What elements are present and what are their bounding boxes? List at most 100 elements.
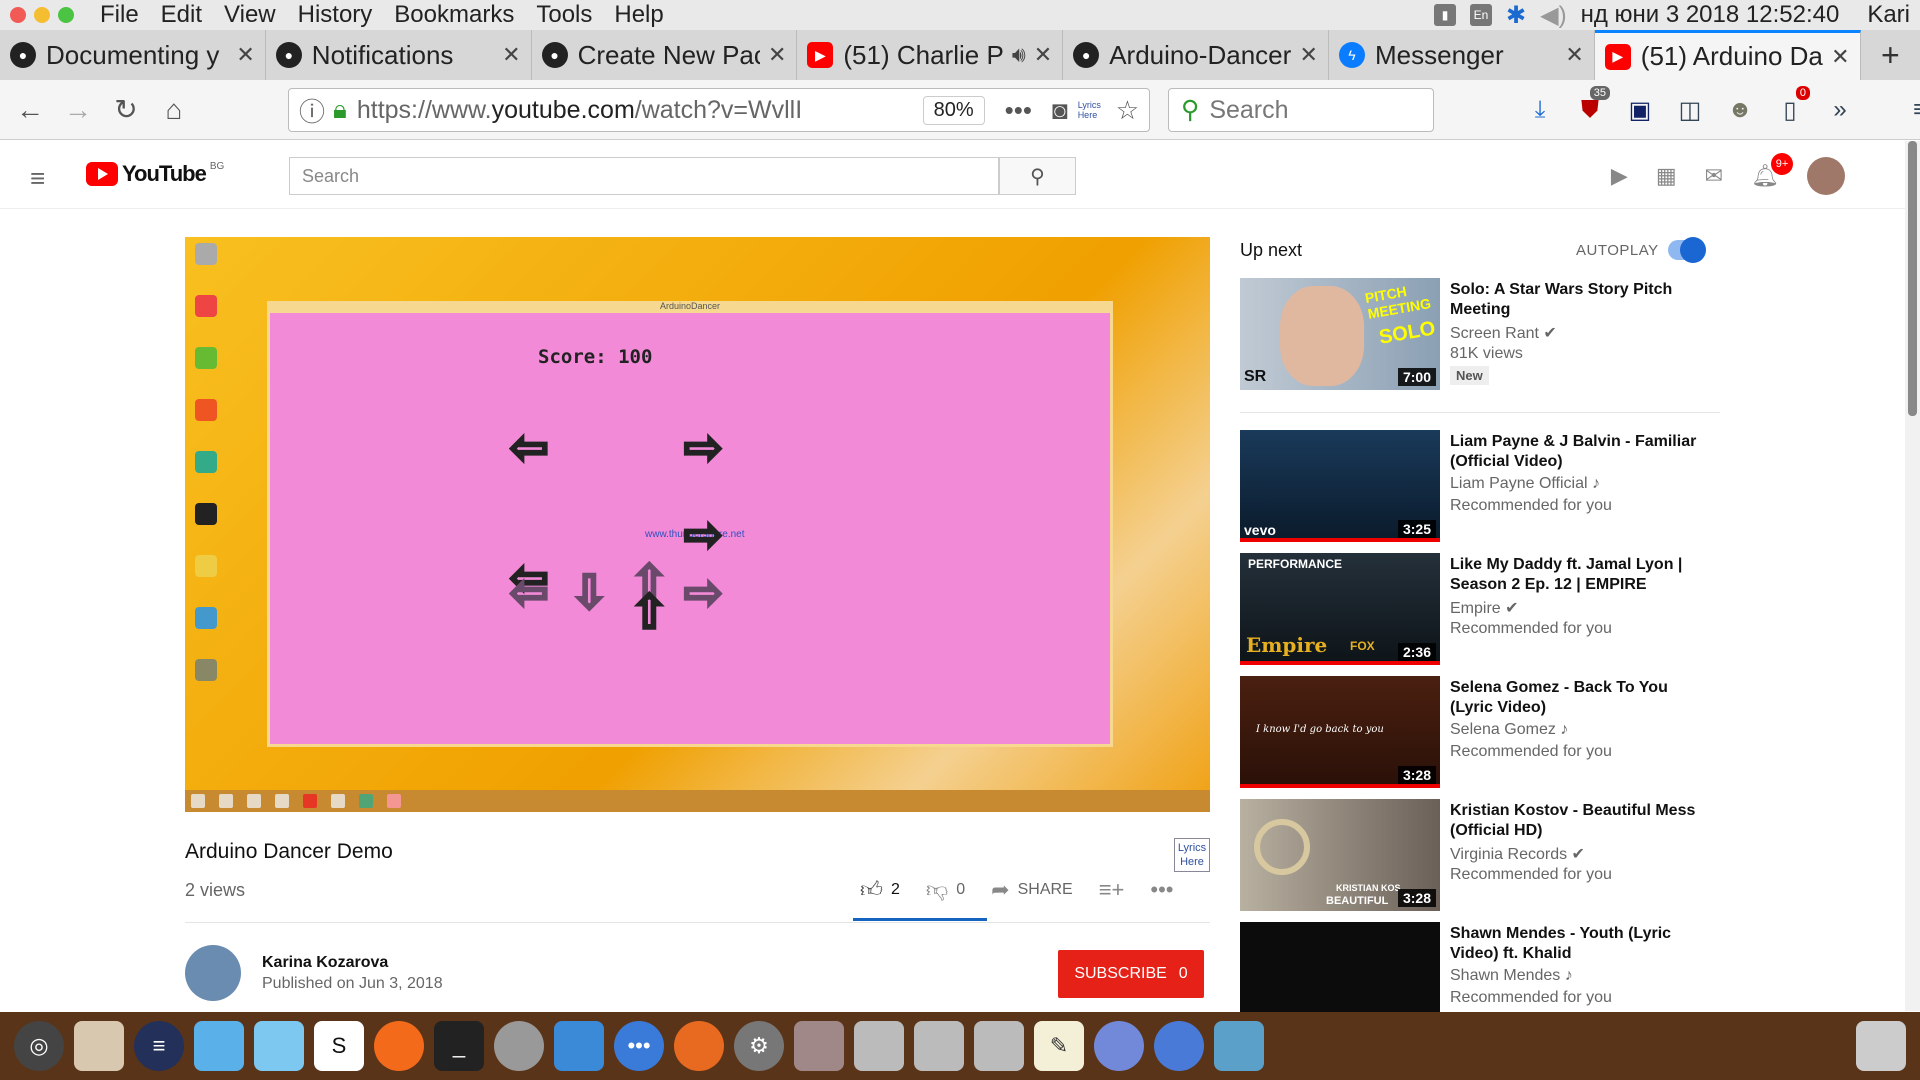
close-icon[interactable]: ✕ (1034, 42, 1052, 68)
video-thumbnail[interactable]: vevo 3:25 (1240, 430, 1440, 542)
spreadsheet-icon[interactable]: S (314, 1021, 364, 1071)
account-avatar[interactable] (1807, 157, 1845, 195)
video-thumbnail[interactable]: I know I'd go back to you 3:28 (1240, 676, 1440, 788)
screenshot-icon[interactable] (794, 1021, 844, 1071)
pocket-icon[interactable]: ◙ (1052, 95, 1068, 126)
page-actions-icon[interactable]: ••• (1005, 95, 1032, 126)
reload-icon[interactable]: ↻ (102, 86, 150, 134)
clock[interactable]: нд юни 3 2018 12:52:40 (1581, 1, 1840, 29)
tab-documenting[interactable]: ● Documenting y ✕ (0, 30, 266, 80)
channel-avatar[interactable] (185, 945, 241, 1001)
lock-icon[interactable]: 🔒︎ (333, 94, 347, 126)
video-title[interactable]: Liam Payne & J Balvin - Familiar (Offici… (1450, 432, 1700, 472)
drive-icon[interactable] (914, 1021, 964, 1071)
clipboard-icon[interactable]: ▯ 0 (1770, 86, 1810, 132)
pen-tool-icon[interactable] (674, 1021, 724, 1071)
tab-arduino-dancer-video[interactable]: ▶ (51) Arduino Da ✕ (1594, 30, 1861, 80)
menu-history[interactable]: History (298, 1, 373, 29)
drive-icon[interactable] (854, 1021, 904, 1071)
eclipse-icon[interactable]: ≡ (134, 1021, 184, 1071)
autoplay-toggle[interactable] (1668, 237, 1706, 263)
video-thumbnail[interactable]: KRISTIAN KOS BEAUTIFUL 3:28 (1240, 799, 1440, 911)
close-icon[interactable]: ✕ (502, 42, 520, 68)
monitor-icon[interactable]: ▮ (1434, 4, 1456, 26)
hamburger-menu-icon[interactable]: ≡ (1900, 88, 1920, 132)
video-title[interactable]: Selena Gomez - Back To You (Lyric Video) (1450, 678, 1700, 718)
dislike-button[interactable]: 👎︎ 0 (926, 876, 965, 903)
maximize-window-button[interactable] (58, 7, 74, 23)
recommended-video[interactable]: Shawn Mendes - Youth (Lyric Video) ft. K… (1240, 922, 1720, 1012)
chromium-icon[interactable] (1154, 1021, 1204, 1071)
mysql-workbench-icon[interactable] (554, 1021, 604, 1071)
xcode-icon[interactable] (1214, 1021, 1264, 1071)
info-icon[interactable]: ⓘ (299, 92, 325, 129)
apps-grid-icon[interactable]: ▦ (1656, 163, 1677, 189)
video-title[interactable]: Shawn Mendes - Youth (Lyric Video) ft. K… (1450, 924, 1700, 964)
menu-file[interactable]: File (100, 1, 139, 29)
minimize-window-button[interactable] (34, 7, 50, 23)
video-thumbnail[interactable] (1240, 922, 1440, 1012)
speaker-icon[interactable]: 🔊︎ (1012, 42, 1026, 68)
youtube-search-input[interactable]: Search (289, 157, 999, 195)
url-bar[interactable]: ⓘ 🔒︎ https://www.youtube.com/watch?v=Wvl… (288, 88, 1150, 132)
bluetooth-icon[interactable]: ✱ (1506, 1, 1526, 30)
video-title[interactable]: Kristian Kostov - Beautiful Mess (Offici… (1450, 801, 1700, 841)
discord-icon[interactable] (1094, 1021, 1144, 1071)
scrollbar-thumb[interactable] (1908, 141, 1917, 416)
video-thumbnail[interactable]: PITCH MEETING SOLO SR 7:00 (1240, 278, 1440, 390)
tab-charlie[interactable]: ▶ (51) Charlie P 🔊︎ ✕ (797, 30, 1064, 80)
files-icon[interactable] (194, 1021, 244, 1071)
channel-name[interactable]: Karina Kozarova (262, 954, 388, 972)
menu-view[interactable]: View (224, 1, 276, 29)
close-icon[interactable]: ✕ (1565, 42, 1583, 68)
tab-create-package[interactable]: ● Create New Pac ✕ (532, 30, 798, 80)
bookmark-star-icon[interactable]: ☆ (1116, 95, 1139, 126)
volume-icon[interactable]: ◀) (1540, 1, 1566, 30)
recommended-video[interactable]: KRISTIAN KOS BEAUTIFUL 3:28 Kristian Kos… (1240, 799, 1720, 911)
browser-search-field[interactable]: ⚲ Search (1168, 88, 1434, 132)
video-thumbnail[interactable]: PERFORMANCE Empire FOX 2:36 (1240, 553, 1440, 665)
forward-icon[interactable]: → (54, 86, 102, 134)
sidebar-icon[interactable]: ◫ (1670, 88, 1710, 132)
firefox-icon[interactable] (374, 1021, 424, 1071)
home-icon[interactable]: ⌂ (150, 86, 198, 134)
trash-icon[interactable] (1856, 1021, 1906, 1071)
new-tab-button[interactable]: + (1861, 30, 1920, 80)
like-button[interactable]: 👍︎ 2 (860, 876, 900, 903)
subscribe-button[interactable]: SUBSCRIBE 0 (1058, 950, 1204, 998)
youtube-logo[interactable]: YouTube BG (86, 161, 224, 187)
page-scrollbar[interactable] (1905, 141, 1920, 1011)
text-editor-icon[interactable]: ✎ (1034, 1021, 1084, 1071)
terminal-icon[interactable]: _ (434, 1021, 484, 1071)
database-icon[interactable] (494, 1021, 544, 1071)
cat-extension-icon[interactable]: ☻ (1720, 88, 1760, 132)
close-window-button[interactable] (10, 7, 26, 23)
download-icon[interactable]: ⤓ (1520, 88, 1560, 132)
drive-icon[interactable] (974, 1021, 1024, 1071)
menu-bookmarks[interactable]: Bookmarks (394, 1, 514, 29)
url-text[interactable]: https://www.youtube.com/watch?v=WvllI (357, 96, 923, 125)
back-icon[interactable]: ← (6, 86, 54, 134)
close-icon[interactable]: ✕ (236, 42, 254, 68)
user-name[interactable]: Kari (1867, 1, 1910, 29)
folder-icon[interactable] (254, 1021, 304, 1071)
notifications-bell-icon[interactable]: 🔔︎ 9+ (1751, 153, 1793, 189)
settings-icon[interactable]: ⚙ (734, 1021, 784, 1071)
add-to-playlist-button[interactable]: ≡+ (1099, 877, 1125, 903)
overflow-icon[interactable]: » (1820, 88, 1860, 132)
create-video-icon[interactable]: ▶︎ (1611, 163, 1628, 189)
video-player[interactable]: ArduinoDancer Score: 100 www.thundershar… (185, 237, 1210, 812)
lyrics-badge[interactable]: Lyrics Here (1174, 838, 1210, 872)
extension-icon[interactable]: ▣ (1620, 88, 1660, 132)
tab-notifications[interactable]: ● Notifications ✕ (266, 30, 532, 80)
recommended-video[interactable]: vevo 3:25 Liam Payne & J Balvin - Famili… (1240, 430, 1720, 542)
menu-help[interactable]: Help (614, 1, 663, 29)
ublock-icon[interactable]: ⛊ 35 (1570, 86, 1610, 132)
tab-arduino-dancer-repo[interactable]: ● Arduino-Dancer ✕ (1063, 30, 1329, 80)
keyboard-layout-indicator[interactable]: En (1470, 4, 1492, 26)
menu-edit[interactable]: Edit (161, 1, 202, 29)
chat-icon[interactable]: ••• (614, 1021, 664, 1071)
video-title[interactable]: Solo: A Star Wars Story Pitch Meeting (1450, 280, 1700, 320)
ubuntu-icon[interactable]: ◎ (14, 1021, 64, 1071)
youtube-search-button[interactable]: ⚲ (999, 157, 1076, 195)
